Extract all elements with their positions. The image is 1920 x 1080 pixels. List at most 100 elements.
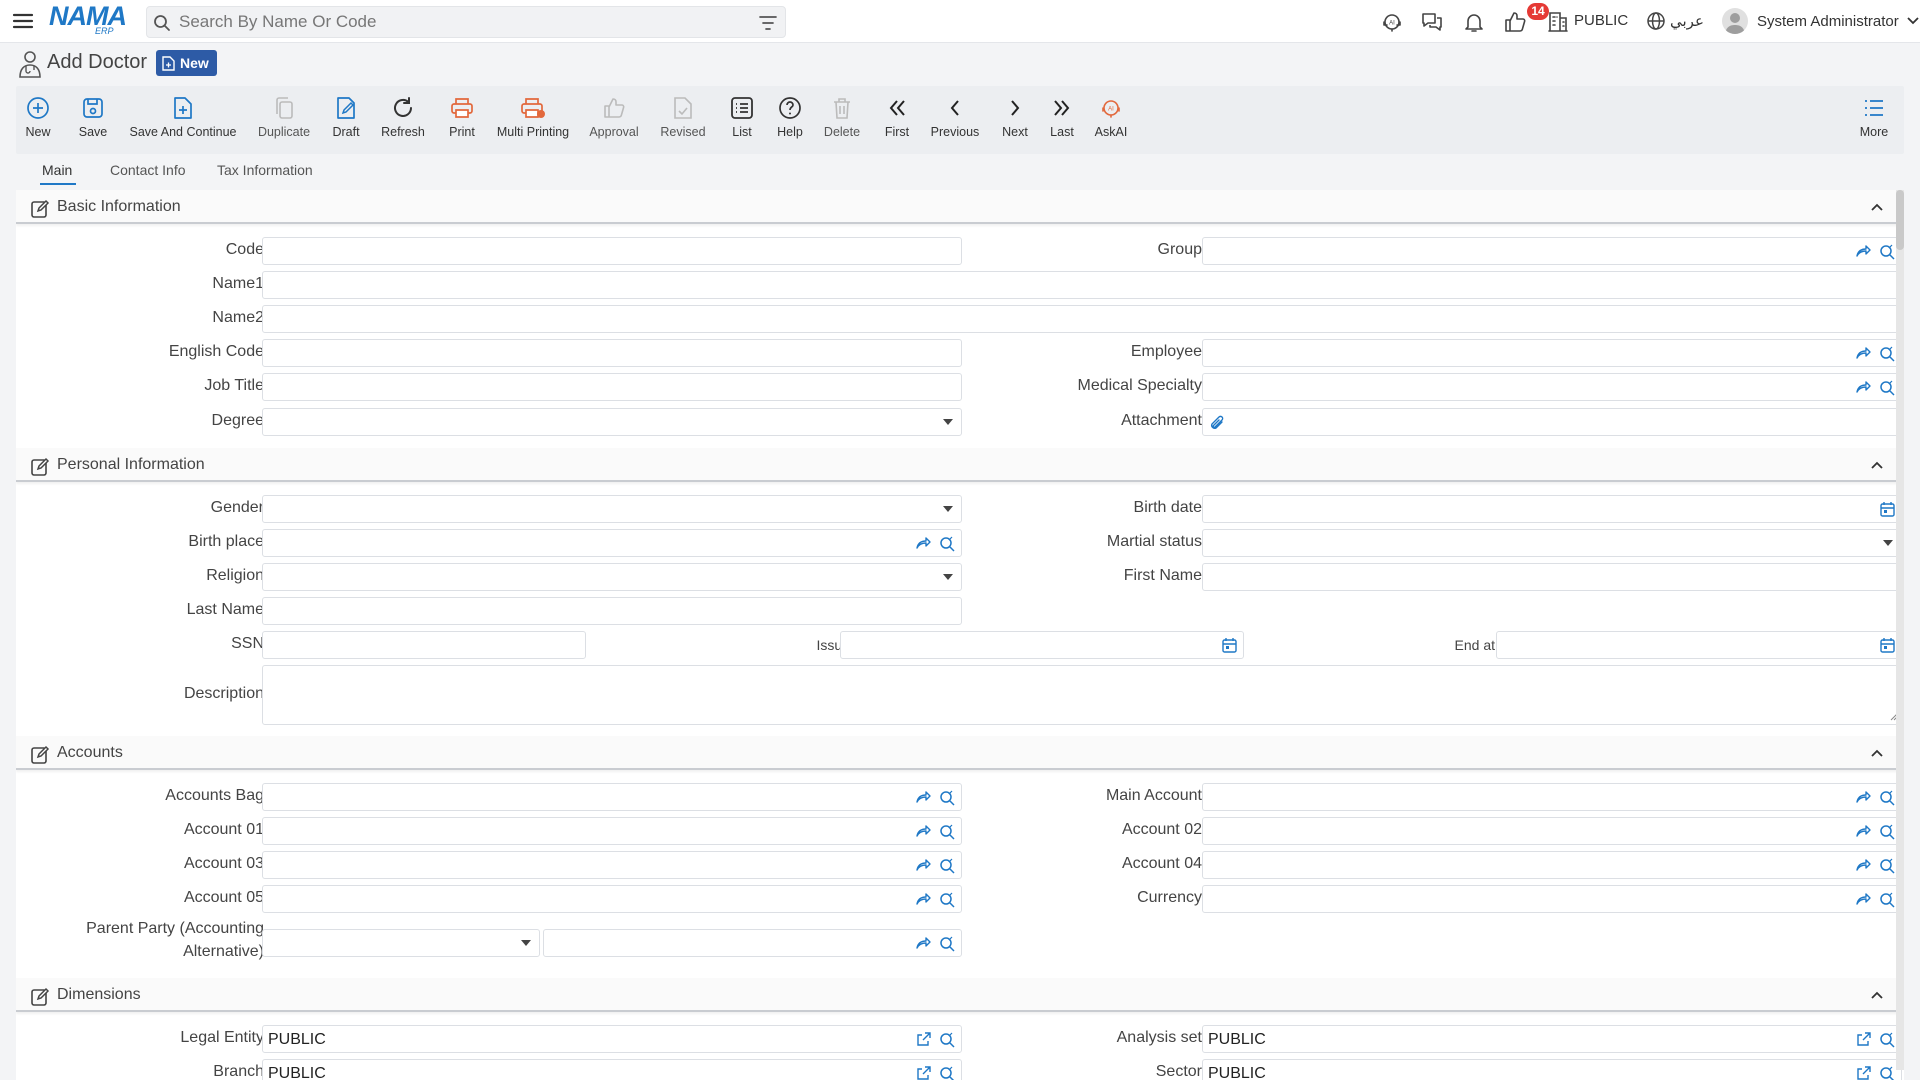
lookup-search-icon[interactable] [939, 858, 955, 874]
last-button[interactable]: Last [1048, 86, 1076, 154]
last-name-field[interactable] [262, 597, 962, 625]
lookup-search-icon[interactable] [939, 892, 955, 908]
last-name-input[interactable] [263, 598, 961, 624]
share-arrow-icon[interactable] [1855, 380, 1871, 394]
lookup-search-icon[interactable] [939, 936, 955, 952]
filter-icon[interactable] [759, 15, 777, 31]
language-switch[interactable]: عربي [1670, 12, 1704, 30]
share-arrow-icon[interactable] [1855, 244, 1871, 258]
lookup-search-icon[interactable] [1879, 380, 1895, 396]
lookup-search-icon[interactable] [939, 824, 955, 840]
name1-field[interactable] [262, 271, 1902, 299]
lookup-search-icon[interactable] [939, 536, 955, 552]
menu-icon[interactable] [12, 10, 34, 32]
english-code-field[interactable] [262, 339, 962, 367]
sector-field[interactable]: PUBLIC [1202, 1059, 1902, 1080]
first-name-input[interactable] [1203, 564, 1901, 590]
code-field[interactable] [262, 237, 962, 265]
currency-field[interactable] [1202, 885, 1902, 913]
share-arrow-icon[interactable] [1855, 346, 1871, 360]
name2-field[interactable] [262, 305, 1902, 333]
gender-select[interactable] [262, 495, 962, 523]
chevron-up-icon[interactable] [1870, 990, 1884, 1000]
religion-select[interactable] [262, 563, 962, 591]
multi-printing-button[interactable]: Multi Printing [496, 86, 570, 154]
tab-main[interactable]: Main [42, 162, 72, 178]
attachment-field[interactable] [1202, 408, 1902, 436]
share-arrow-icon[interactable] [915, 824, 931, 838]
share-arrow-icon[interactable] [915, 892, 931, 906]
globe-icon[interactable] [1646, 10, 1666, 32]
refresh-button[interactable]: Refresh [380, 86, 426, 154]
save-and-continue-button[interactable]: Save And Continue [129, 86, 237, 154]
ai-support-icon[interactable]: AI [1380, 10, 1404, 34]
name1-input[interactable] [263, 272, 1901, 298]
issue-date-field[interactable] [840, 631, 1244, 659]
next-button[interactable]: Next [1000, 86, 1030, 154]
code-input[interactable] [263, 238, 961, 264]
chevron-up-icon[interactable] [1870, 748, 1884, 758]
accounts-bag-field[interactable] [262, 783, 962, 811]
app-logo[interactable]: NAMA ERP [49, 3, 133, 37]
parent-party-field[interactable] [543, 929, 962, 957]
approval-button[interactable]: Approval [588, 86, 640, 154]
user-menu[interactable]: System Administrator [1722, 8, 1920, 36]
save-button[interactable]: Save [77, 86, 109, 154]
share-arrow-icon[interactable] [1855, 858, 1871, 872]
chevron-up-icon[interactable] [1870, 202, 1884, 212]
account-04-field[interactable] [1202, 851, 1902, 879]
calendar-icon[interactable] [1880, 638, 1895, 653]
previous-button[interactable]: Previous [928, 86, 982, 154]
degree-select[interactable] [262, 408, 962, 436]
external-link-icon[interactable] [916, 1066, 931, 1080]
lookup-search-icon[interactable] [1879, 790, 1895, 806]
draft-button[interactable]: Draft [330, 86, 362, 154]
lookup-search-icon[interactable] [1879, 244, 1895, 260]
end-at-date-field[interactable] [1496, 631, 1902, 659]
duplicate-button[interactable]: Duplicate [258, 86, 310, 154]
lookup-search-icon[interactable] [939, 1066, 955, 1080]
birth-place-field[interactable] [262, 529, 962, 557]
new-button[interactable]: New [24, 86, 52, 154]
share-arrow-icon[interactable] [915, 536, 931, 550]
ssn-input[interactable] [263, 632, 585, 658]
share-arrow-icon[interactable] [915, 936, 931, 950]
share-arrow-icon[interactable] [915, 790, 931, 804]
medical-specialty-field[interactable] [1202, 373, 1902, 401]
share-arrow-icon[interactable] [1855, 790, 1871, 804]
tab-contact-info[interactable]: Contact Info [110, 162, 186, 178]
group-field[interactable] [1202, 237, 1902, 265]
section-accounts[interactable]: Accounts [16, 736, 1904, 770]
first-button[interactable]: First [882, 86, 912, 154]
tab-tax-information[interactable]: Tax Information [217, 162, 313, 178]
share-arrow-icon[interactable] [915, 858, 931, 872]
english-code-input[interactable] [263, 340, 961, 366]
list-button[interactable]: List [728, 86, 756, 154]
company-selector[interactable]: PUBLIC [1574, 12, 1628, 29]
thumbs-up-icon[interactable] [1503, 10, 1527, 34]
parent-party-type-select[interactable] [262, 929, 540, 957]
analysis-set-field[interactable]: PUBLIC [1202, 1025, 1902, 1053]
branch-field[interactable]: PUBLIC [262, 1059, 962, 1080]
account-01-field[interactable] [262, 817, 962, 845]
search-icon[interactable] [153, 14, 171, 32]
lookup-search-icon[interactable] [1879, 858, 1895, 874]
more-button[interactable]: More [1858, 86, 1890, 154]
delete-button[interactable]: Delete [822, 86, 862, 154]
lookup-search-icon[interactable] [1879, 892, 1895, 908]
lookup-search-icon[interactable] [939, 1032, 955, 1048]
account-05-field[interactable] [262, 885, 962, 913]
martial-status-select[interactable] [1202, 529, 1902, 557]
scrollbar-thumb[interactable] [1896, 190, 1904, 250]
account-03-field[interactable] [262, 851, 962, 879]
section-dimensions[interactable]: Dimensions [16, 978, 1904, 1012]
ssn-field[interactable] [262, 631, 586, 659]
external-link-icon[interactable] [1856, 1066, 1871, 1080]
main-account-field[interactable] [1202, 783, 1902, 811]
search-input[interactable] [179, 11, 739, 33]
chevron-up-icon[interactable] [1870, 460, 1884, 470]
paperclip-icon[interactable] [1209, 415, 1225, 431]
share-arrow-icon[interactable] [1855, 892, 1871, 906]
job-title-input[interactable] [263, 374, 961, 400]
name2-input[interactable] [263, 306, 1901, 332]
